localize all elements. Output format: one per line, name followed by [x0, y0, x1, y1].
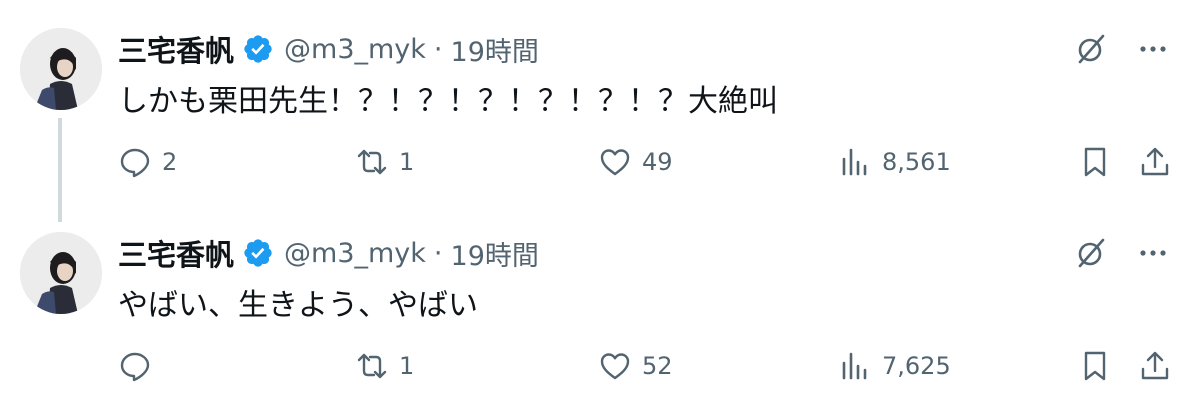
author-handle[interactable]: @m3_myk — [284, 34, 426, 65]
tweet-header-actions — [1072, 30, 1172, 68]
bookmark-button[interactable] — [1078, 344, 1112, 388]
grok-icon[interactable] — [1072, 234, 1110, 272]
like-icon — [600, 353, 630, 380]
views-icon — [842, 148, 867, 176]
reply-icon — [120, 352, 150, 382]
like-count: 52 — [642, 352, 673, 380]
verified-badge-icon[interactable] — [242, 33, 274, 65]
bookmark-icon — [1084, 351, 1106, 381]
tweet-header-actions — [1072, 234, 1172, 272]
reply-icon — [120, 148, 150, 178]
retweet-button[interactable]: 1 — [355, 344, 414, 388]
verified-badge-icon[interactable] — [242, 237, 274, 269]
retweet-count: 1 — [399, 148, 415, 176]
like-icon — [600, 149, 630, 176]
bookmark-button[interactable] — [1078, 140, 1112, 184]
views-icon — [842, 352, 867, 380]
view-count: 7,625 — [882, 352, 951, 380]
author-name[interactable]: 三宅香帆 — [118, 232, 234, 274]
like-count: 49 — [642, 148, 673, 176]
views-button[interactable]: 8,561 — [838, 140, 951, 184]
author-handle[interactable]: @m3_myk — [284, 238, 426, 269]
reply-button[interactable]: 2 — [118, 140, 177, 184]
like-button[interactable]: 49 — [598, 140, 673, 184]
bookmark-icon — [1084, 147, 1106, 177]
retweet-button[interactable]: 1 — [355, 140, 414, 184]
retweet-icon — [357, 149, 387, 175]
avatar-image — [20, 28, 102, 110]
tweet-header: 三宅香帆 @m3_myk · 19時間 — [118, 232, 539, 274]
avatar[interactable] — [20, 232, 102, 314]
tweet-text: やばい、生きよう、やばい — [118, 288, 478, 323]
tweet-header: 三宅香帆 @m3_myk · 19時間 — [118, 28, 539, 70]
avatar[interactable] — [20, 28, 102, 110]
timestamp[interactable]: 19時間 — [451, 30, 539, 69]
avatar-image — [20, 232, 102, 314]
reply-count: 2 — [162, 148, 178, 176]
reply-button[interactable] — [118, 344, 162, 388]
grok-icon[interactable] — [1072, 30, 1110, 68]
views-button[interactable]: 7,625 — [838, 344, 951, 388]
share-icon — [1141, 351, 1169, 380]
more-icon[interactable] — [1134, 30, 1172, 68]
retweet-icon — [357, 353, 387, 379]
like-button[interactable]: 52 — [598, 344, 673, 388]
separator-dot: · — [433, 237, 443, 269]
author-name[interactable]: 三宅香帆 — [118, 28, 234, 70]
share-icon — [1141, 147, 1169, 176]
share-button[interactable] — [1138, 140, 1172, 184]
retweet-count: 1 — [399, 352, 415, 380]
tweet-actions: 1 52 7,625 — [0, 344, 1200, 388]
view-count: 8,561 — [882, 148, 951, 176]
tweet-text: しかも栗田先生！？！？！？！？！？！？大絶叫 — [118, 84, 778, 119]
tweet[interactable]: 三宅香帆 @m3_myk · 19時間 しかも栗田先生！？！？！？！？！？！？大 — [0, 0, 1200, 222]
timestamp[interactable]: 19時間 — [451, 234, 539, 273]
more-icon[interactable] — [1134, 234, 1172, 272]
share-button[interactable] — [1138, 344, 1172, 388]
separator-dot: · — [433, 33, 443, 65]
tweet-actions: 2 1 49 8,561 — [0, 140, 1200, 184]
tweet[interactable]: 三宅香帆 @m3_myk · 19時間 やばい、生きよう、やばい 1 52 7,… — [0, 204, 1200, 408]
